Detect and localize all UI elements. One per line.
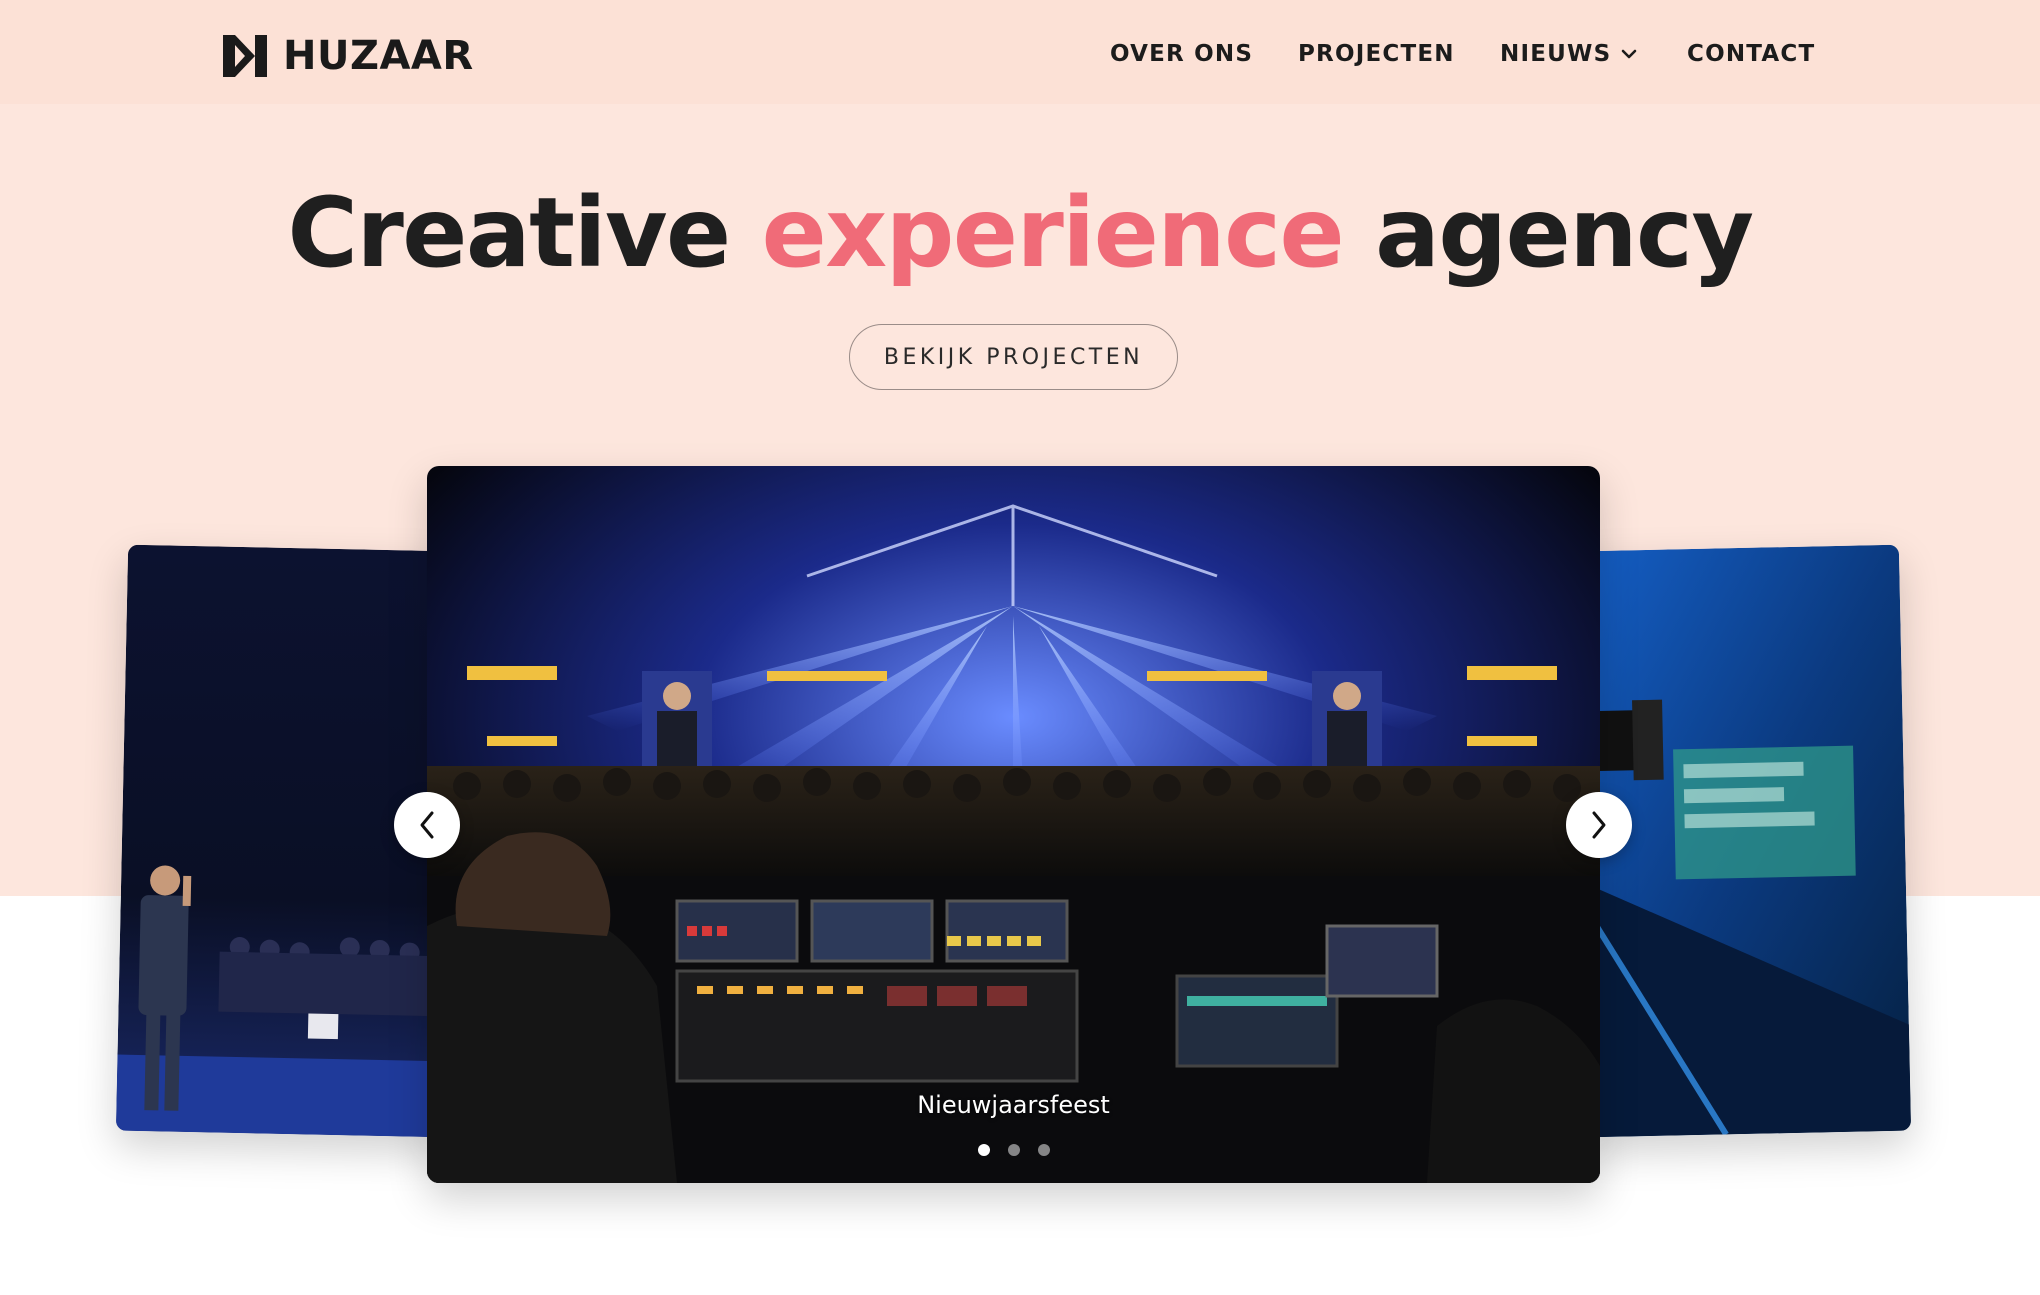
site-header: HUZAAR OVER ONS PROJECTEN NIEUWS CONTACT	[0, 0, 2040, 104]
carousel-dot-1[interactable]	[977, 1144, 990, 1156]
nav-item-label: CONTACT	[1687, 41, 1816, 67]
chevron-left-icon	[420, 811, 434, 839]
carousel-next-button[interactable]	[1566, 792, 1632, 858]
nav-item-label: PROJECTEN	[1298, 41, 1455, 67]
carousel-dot-2[interactable]	[1007, 1144, 1020, 1156]
carousel-pagination	[427, 1144, 1600, 1156]
chevron-down-icon	[1622, 49, 1637, 59]
carousel-dot-3[interactable]	[1037, 1144, 1050, 1156]
nav-item-projecten[interactable]: PROJECTEN	[1298, 36, 1455, 72]
slide-caption: Nieuwjaarsfeest	[917, 1091, 1110, 1119]
nav-item-contact[interactable]: CONTACT	[1687, 36, 1815, 72]
headline-accent: experience	[761, 177, 1345, 289]
headline-part-3: agency	[1375, 177, 1754, 289]
carousel-prev-button[interactable]	[394, 792, 460, 858]
hero-headline: Creative experience agency	[0, 178, 2040, 288]
nav-item-label: NIEUWS	[1500, 41, 1612, 67]
nav-item-over-ons[interactable]: OVER ONS	[1110, 36, 1253, 72]
carousel-slide-active[interactable]: Nieuwjaarsfeest	[427, 466, 1600, 1183]
main-nav: OVER ONS PROJECTEN NIEUWS CONTACT	[0, 36, 2040, 72]
slide-image-concert	[427, 466, 1600, 1183]
nav-item-nieuws[interactable]: NIEUWS	[1500, 36, 1637, 72]
headline-part-1: Creative	[287, 177, 731, 289]
nav-item-label: OVER ONS	[1110, 41, 1254, 67]
chevron-right-icon	[1592, 811, 1606, 839]
view-projects-button[interactable]: BEKIJK PROJECTEN	[849, 324, 1178, 390]
